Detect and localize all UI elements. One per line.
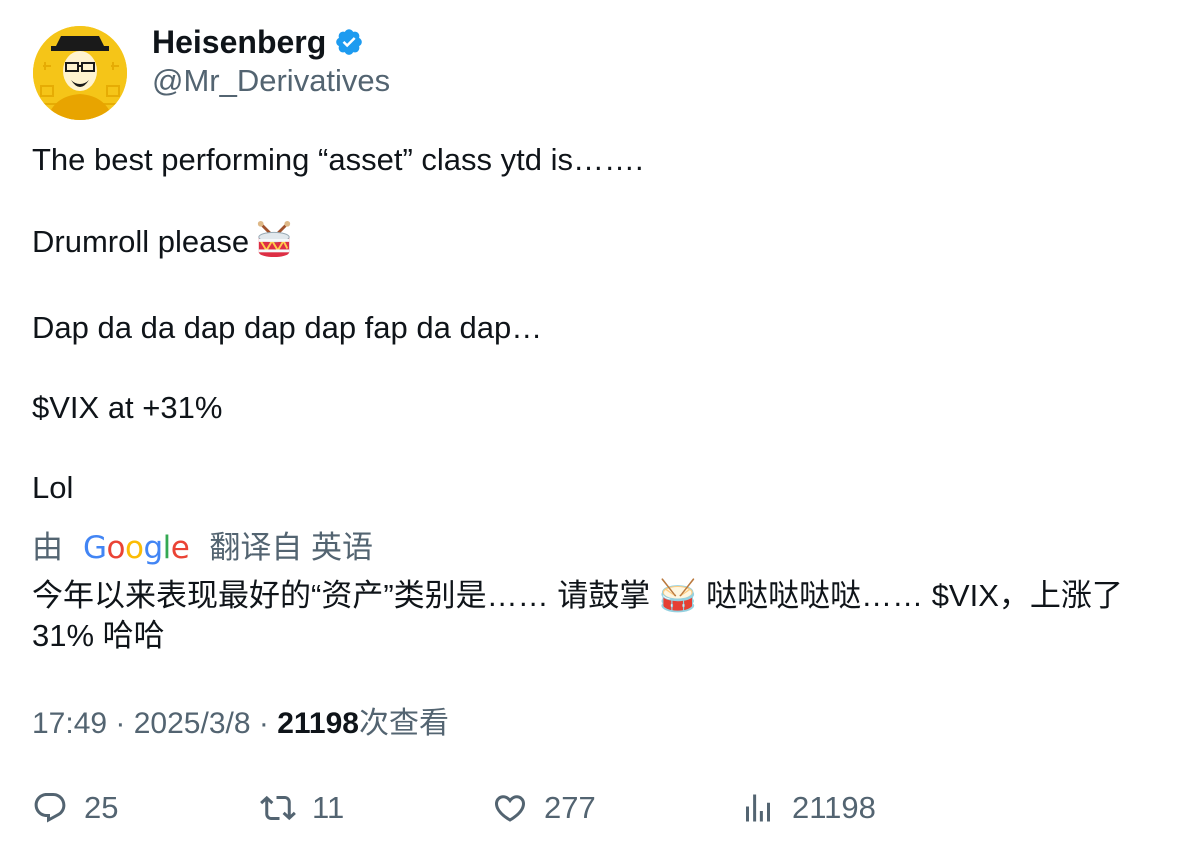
- tweet-paragraph-text: Drumroll please: [32, 224, 250, 259]
- retweet-icon: [260, 795, 296, 821]
- reply-button[interactable]: 25: [32, 790, 118, 826]
- tweet-paragraph: Drumroll please: [32, 220, 1172, 268]
- heisenberg-avatar-icon: [33, 26, 127, 120]
- author-name-row: Heisenberg: [152, 22, 364, 62]
- author-handle[interactable]: @Mr_Derivatives: [152, 62, 390, 100]
- tweet-time[interactable]: 17:49: [32, 707, 107, 740]
- heart-icon: [494, 795, 526, 822]
- views-button[interactable]: 21198: [740, 790, 876, 826]
- tweet-paragraph: Dap da da dap dap dap fap da dap…: [32, 310, 543, 345]
- reply-count: 25: [84, 790, 119, 825]
- tweet-meta: 17:49 · 2025/3/8 · 21198次查看: [32, 707, 449, 740]
- retweet-button[interactable]: 11: [260, 790, 344, 826]
- tweet-paragraph: The best performing “asset” class ytd is…: [32, 142, 644, 177]
- view-count: 21198: [277, 707, 359, 740]
- reply-icon: [34, 793, 66, 823]
- retweet-count: 11: [312, 790, 345, 825]
- tweet-text: The best performing “asset” class ytd is…: [32, 140, 1172, 508]
- translated-text: 今年以来表现最好的“资产”类别是…… 请鼓掌 🥁 哒哒哒哒哒…… $VIX，上涨…: [32, 578, 1123, 653]
- tweet-date[interactable]: 2025/3/8: [134, 707, 251, 740]
- like-count: 277: [544, 790, 596, 825]
- translation-header: 由 Google 翻译自 英语: [32, 528, 373, 568]
- author-name[interactable]: Heisenberg: [152, 22, 326, 62]
- drum-emoji-icon: [255, 220, 293, 268]
- avatar[interactable]: [33, 26, 127, 120]
- translation-prefix: 由: [32, 530, 63, 565]
- verified-badge-icon: [334, 27, 364, 57]
- tweet-actions: 25 11 277 21198: [32, 790, 1172, 834]
- views-chart-icon: [746, 794, 770, 822]
- views-count: 21198: [792, 790, 876, 825]
- google-logo: Google: [83, 530, 190, 566]
- like-button[interactable]: 277: [492, 790, 596, 826]
- view-count-label: 次查看: [358, 707, 449, 740]
- tweet-paragraph: Lol: [32, 470, 74, 505]
- translation-source-label[interactable]: 翻译自 英语: [209, 528, 373, 568]
- tweet-paragraph: $VIX at +31%: [32, 390, 223, 425]
